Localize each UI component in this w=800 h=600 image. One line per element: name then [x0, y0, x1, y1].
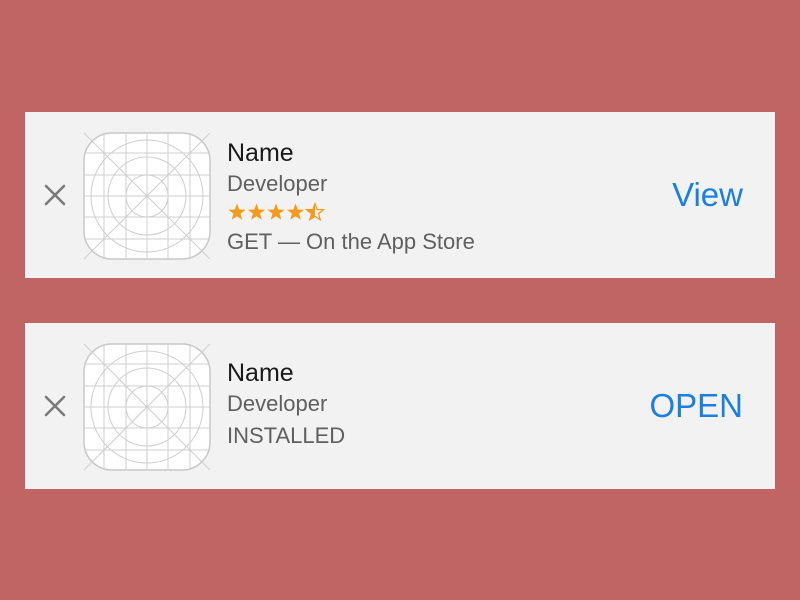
star-icon [247, 203, 266, 220]
star-icon [228, 203, 246, 220]
app-info: Name Developer GET — On the App Store [227, 138, 475, 256]
star-icon [304, 202, 326, 222]
app-developer: Developer [227, 391, 328, 416]
app-icon[interactable] [83, 132, 211, 260]
smart-app-banner-store: Name Developer GET — On the App Store Vi… [25, 112, 775, 278]
app-name: Name [227, 139, 294, 167]
app-developer: Developer [227, 171, 328, 196]
star-rating [227, 201, 475, 223]
smart-app-banner-installed: Name Developer INSTALLED OPEN [25, 323, 775, 489]
open-button[interactable]: OPEN [649, 387, 743, 425]
close-icon[interactable] [42, 393, 68, 419]
star-icon [286, 203, 305, 220]
store-subline: GET — On the App Store [227, 229, 475, 254]
installed-status: INSTALLED [227, 423, 346, 448]
close-icon[interactable] [42, 182, 68, 208]
app-name: Name [227, 359, 294, 387]
view-button[interactable]: View [672, 176, 743, 214]
star-icon [267, 203, 285, 220]
app-icon[interactable] [83, 343, 211, 471]
app-info: Name Developer INSTALLED [227, 358, 345, 450]
